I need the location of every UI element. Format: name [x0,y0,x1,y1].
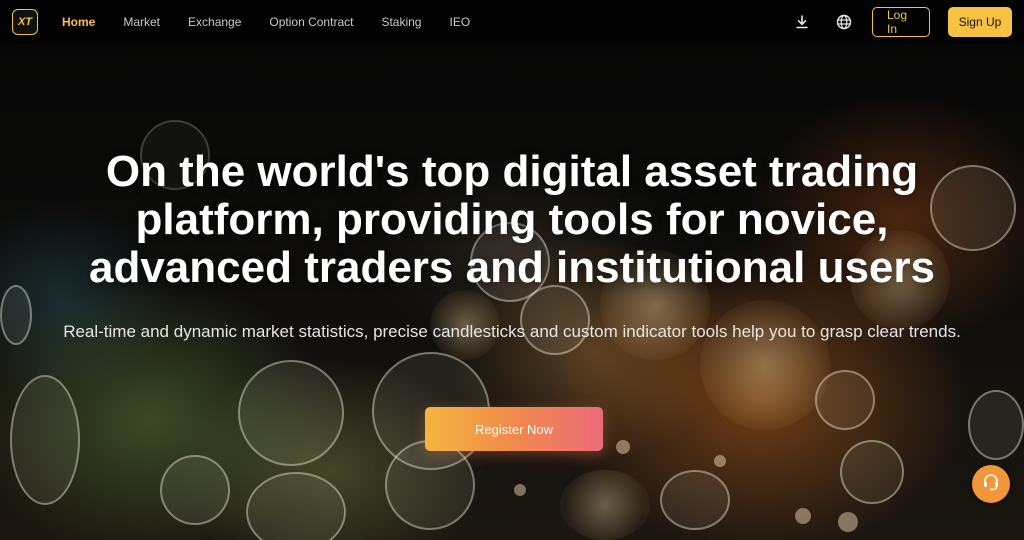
bokeh-dot [714,455,726,467]
bokeh-dot [616,440,630,454]
headset-icon [981,472,1001,497]
register-now-button[interactable]: Register Now [425,407,603,451]
bokeh-circle [968,390,1024,460]
bokeh-circle [840,440,904,504]
bokeh-circle [10,375,80,505]
nav-item-staking[interactable]: Staking [381,15,421,29]
bokeh-circle [0,285,32,345]
bokeh-circle [160,455,230,525]
top-nav-bar: XT Home Market Exchange Option Contract … [0,0,1024,44]
bokeh-circle [815,370,875,430]
hero-subtitle: Real-time and dynamic market statistics,… [63,322,961,341]
nav-item-ieo[interactable]: IEO [449,15,470,29]
signup-button[interactable]: Sign Up [948,7,1012,37]
bokeh-dot [514,484,526,496]
nav-item-exchange[interactable]: Exchange [188,15,241,29]
xt-logo[interactable]: XT [12,9,38,35]
bokeh-dot [795,508,811,524]
main-nav: Home Market Exchange Option Contract Sta… [62,15,470,29]
download-icon[interactable] [792,12,812,32]
nav-item-market[interactable]: Market [123,15,160,29]
bokeh-circle [246,472,346,540]
header-actions: Log In Sign Up [792,7,1012,37]
bokeh-circle [660,470,730,530]
customer-support-button[interactable] [972,465,1010,503]
bokeh-dot [838,512,858,532]
bokeh-glow [560,470,650,540]
hero-title: On the world's top digital asset trading… [88,147,935,292]
nav-item-home[interactable]: Home [62,15,95,29]
hero-section: XT Home Market Exchange Option Contract … [0,0,1024,540]
bokeh-circle [238,360,344,466]
nav-item-option-contract[interactable]: Option Contract [269,15,353,29]
globe-icon[interactable] [834,12,854,32]
login-button[interactable]: Log In [872,7,930,37]
bokeh-circle [385,440,475,530]
